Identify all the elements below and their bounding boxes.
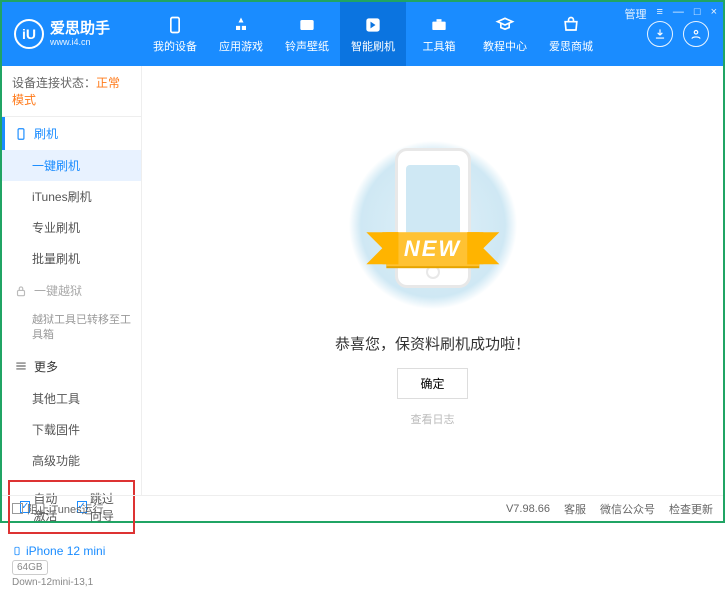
block-itunes-checkbox[interactable]: 阻止iTunes运行	[12, 501, 104, 517]
close-button[interactable]: ×	[711, 6, 717, 22]
mgmt-button[interactable]: 管理	[624, 6, 646, 22]
section-jailbreak: 一键越狱	[2, 274, 141, 307]
main-content: NEW 恭喜您，保资料刷机成功啦！ 确定 查看日志	[142, 66, 723, 495]
ok-button[interactable]: 确定	[397, 368, 467, 399]
new-ribbon: NEW	[386, 232, 479, 266]
sidebar-item-other[interactable]: 其他工具	[2, 383, 141, 414]
sidebar-item-download-fw[interactable]: 下载固件	[2, 414, 141, 445]
nav-store[interactable]: 爱思商城	[538, 2, 604, 66]
lock-icon	[14, 284, 28, 298]
footer-service[interactable]: 客服	[564, 501, 586, 517]
section-flash[interactable]: 刷机	[2, 117, 141, 150]
nav-flash[interactable]: 智能刷机	[340, 2, 406, 66]
success-illustration: NEW	[343, 135, 523, 315]
logo: iU 爱思助手 www.i4.cn	[2, 19, 142, 49]
menu-icon	[14, 359, 28, 373]
phone-icon	[14, 127, 28, 141]
sidebar-item-pro[interactable]: 专业刷机	[2, 212, 141, 243]
nav-ringtones[interactable]: 铃声壁纸	[274, 2, 340, 66]
nav-toolbox[interactable]: 工具箱	[406, 2, 472, 66]
title-bar: 管理 ≡ — □ × iU 爱思助手 www.i4.cn 我的设备 应用游戏 铃…	[2, 2, 723, 66]
minimize-button[interactable]: —	[673, 6, 684, 22]
menu-button[interactable]: ≡	[656, 6, 662, 22]
jailbreak-note: 越狱工具已转移至工具箱	[2, 307, 141, 350]
device-capacity: 64GB	[12, 560, 48, 575]
device-sub: Down-12mini-13,1	[12, 577, 131, 588]
header-actions	[647, 21, 723, 47]
nav-apps[interactable]: 应用游戏	[208, 2, 274, 66]
footer-update[interactable]: 检查更新	[669, 501, 713, 517]
device-status: 设备连接状态：正常模式	[2, 66, 141, 117]
nav-my-device[interactable]: 我的设备	[142, 2, 208, 66]
footer-wechat[interactable]: 微信公众号	[600, 501, 655, 517]
device-icon	[12, 544, 22, 558]
sidebar: 设备连接状态：正常模式 刷机 一键刷机 iTunes刷机 专业刷机 批量刷机 一…	[2, 66, 142, 495]
app-name: 爱思助手	[50, 21, 110, 38]
user-icon[interactable]	[683, 21, 709, 47]
window-controls: 管理 ≡ — □ ×	[624, 6, 717, 22]
app-url: www.i4.cn	[50, 37, 110, 47]
sidebar-item-oneclick[interactable]: 一键刷机	[2, 150, 141, 181]
maximize-button[interactable]: □	[694, 6, 701, 22]
nav-tutorial[interactable]: 教程中心	[472, 2, 538, 66]
logo-icon: iU	[14, 19, 44, 49]
sidebar-item-itunes[interactable]: iTunes刷机	[2, 181, 141, 212]
status-bar: 阻止iTunes运行 V7.98.66 客服 微信公众号 检查更新	[2, 495, 723, 521]
download-icon[interactable]	[647, 21, 673, 47]
success-message: 恭喜您，保资料刷机成功啦！	[335, 333, 530, 354]
device-info[interactable]: iPhone 12 mini 64GB Down-12mini-13,1	[2, 538, 141, 594]
section-more[interactable]: 更多	[2, 350, 141, 383]
main-nav: 我的设备 应用游戏 铃声壁纸 智能刷机 工具箱 教程中心 爱思商城	[142, 2, 647, 66]
sidebar-item-batch[interactable]: 批量刷机	[2, 243, 141, 274]
version-label: V7.98.66	[506, 503, 550, 515]
sidebar-item-advanced[interactable]: 高级功能	[2, 445, 141, 476]
view-log-link[interactable]: 查看日志	[411, 411, 455, 427]
